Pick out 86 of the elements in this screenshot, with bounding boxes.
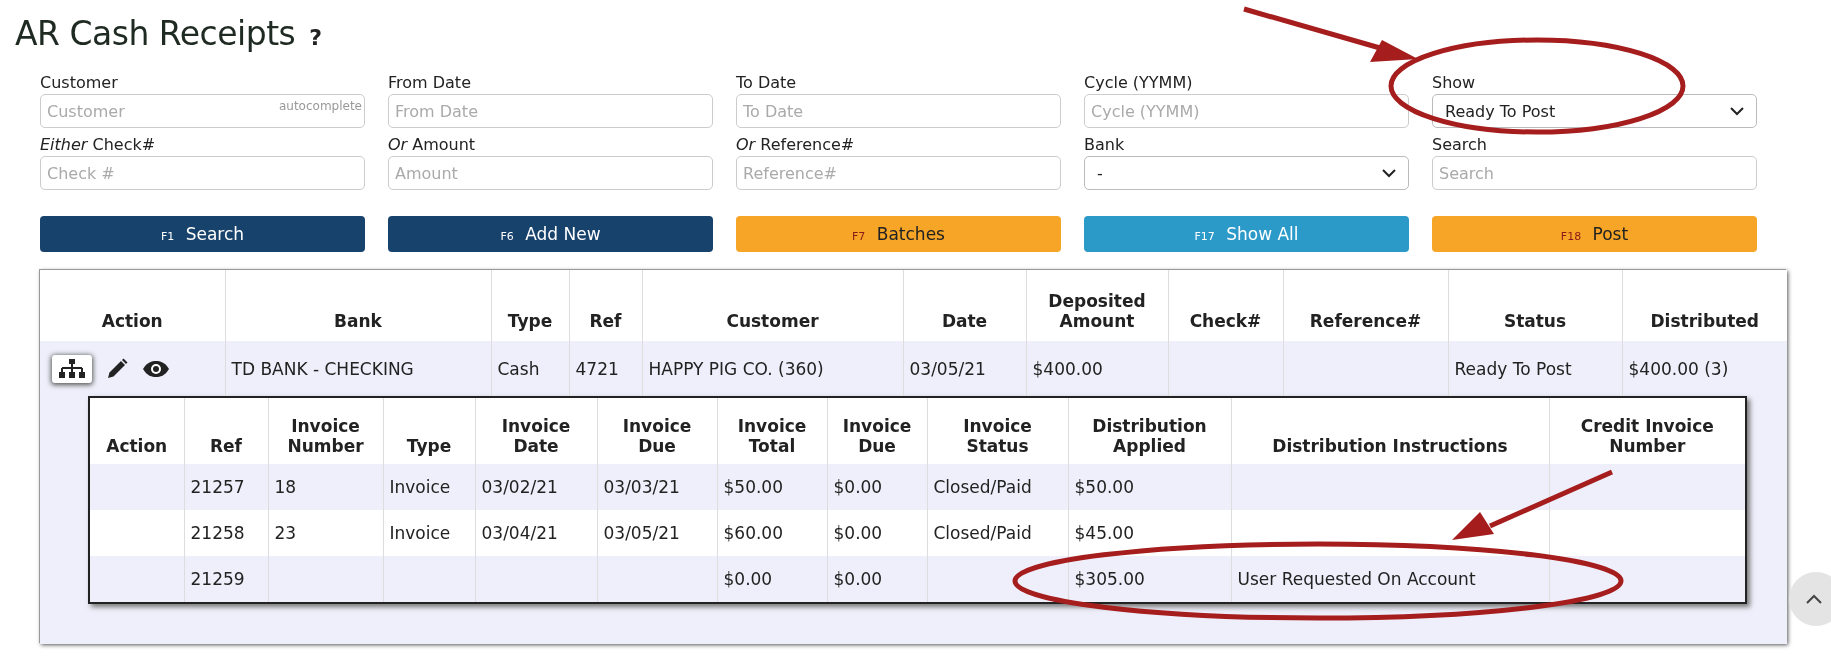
table-cell: 21258 <box>190 523 245 543</box>
field-label: Or Reference# <box>736 134 856 156</box>
action-button[interactable]: F18 Post <box>1432 216 1757 252</box>
field-label: Show <box>1432 72 1477 94</box>
table-cell: $45.00 <box>1074 523 1134 543</box>
field-label: To Date <box>736 72 798 94</box>
page-title: AR Cash Receipts <box>15 13 296 53</box>
table-cell: 03/05/21 <box>603 523 680 543</box>
action-button[interactable]: F1 Search <box>40 216 365 252</box>
column-header: Invoice Due <box>622 416 692 456</box>
table-cell: $0.00 <box>723 569 773 589</box>
column-header: Status <box>1503 311 1567 331</box>
field-label: Cycle (YYMM) <box>1084 72 1194 94</box>
table-cell: Cash <box>497 358 540 379</box>
input-field[interactable]: Cycle (YYMM) <box>1084 94 1409 128</box>
field-label: Either Check# <box>40 134 157 156</box>
table-cell: 18 <box>274 477 297 497</box>
table-cell: 03/03/21 <box>603 477 680 497</box>
action-button[interactable]: F6 Add New <box>388 216 713 252</box>
column-header: Invoice Number <box>287 416 364 456</box>
input-field[interactable]: To Date <box>736 94 1061 128</box>
column-header: Bank <box>334 311 382 331</box>
pencil-icon[interactable] <box>106 357 128 380</box>
column-header: Invoice Date <box>501 416 571 456</box>
chevron-down-icon <box>1382 168 1396 178</box>
table-cell: $0.00 <box>833 569 883 589</box>
column-header: Customer <box>726 311 819 331</box>
field-label: Bank <box>1084 134 1126 156</box>
column-header: Type <box>507 311 553 331</box>
table-cell: 23 <box>274 523 297 543</box>
table-cell: Closed/Paid <box>933 523 1032 543</box>
table-cell: Invoice <box>389 477 451 497</box>
table-cell: $400.00 (3) <box>1628 358 1729 379</box>
column-header: Type <box>406 436 452 456</box>
table-cell: $0.00 <box>833 523 883 543</box>
column-header: Check# <box>1189 311 1262 331</box>
column-header: Action <box>106 436 168 456</box>
table-cell: Ready To Post <box>1454 358 1572 379</box>
dropdown[interactable]: - <box>1084 156 1409 190</box>
table-cell: 21259 <box>190 569 245 589</box>
column-header: Ref <box>589 311 622 331</box>
table-cell: 03/04/21 <box>481 523 558 543</box>
table-cell: $400.00 <box>1032 358 1103 379</box>
table-cell: $50.00 <box>1074 477 1134 497</box>
field-label: From Date <box>388 72 472 94</box>
input-field[interactable]: Check # <box>40 156 365 190</box>
eye-icon[interactable] <box>142 359 170 378</box>
column-header: Action <box>101 311 163 331</box>
table-cell: 03/05/21 <box>909 358 986 379</box>
column-header: Deposited Amount <box>1048 291 1146 331</box>
table-cell: 21257 <box>190 477 245 497</box>
table-cell: 4721 <box>575 358 619 379</box>
chevron-down-icon <box>1730 106 1744 116</box>
field-label: Customer <box>40 72 119 94</box>
chevron-up-icon <box>1806 594 1822 604</box>
table-cell: $305.00 <box>1074 569 1145 589</box>
column-header: Invoice Status <box>963 416 1032 456</box>
column-header: Distribution Instructions <box>1272 436 1508 456</box>
field-label: Or Amount <box>388 134 477 156</box>
column-header: Invoice Due <box>842 416 912 456</box>
field-hint: autocomplete <box>278 99 362 113</box>
column-header: Date <box>941 311 988 331</box>
column-header: Invoice Total <box>737 416 807 456</box>
input-field[interactable]: Amount <box>388 156 713 190</box>
table-cell: $60.00 <box>723 523 783 543</box>
table-cell: Closed/Paid <box>933 477 1032 497</box>
table-cell: $0.00 <box>833 477 883 497</box>
column-header: Distribution Applied <box>1092 416 1207 456</box>
input-field[interactable]: From Date <box>388 94 713 128</box>
column-header: Reference# <box>1309 311 1422 331</box>
table-cell: User Requested On Account <box>1237 569 1476 589</box>
column-header: Distributed <box>1650 311 1759 331</box>
column-header: Ref <box>210 436 242 456</box>
action-button[interactable]: F7 Batches <box>736 216 1061 252</box>
table-cell: HAPPY PIG CO. (360) <box>648 358 824 379</box>
table-cell: 03/02/21 <box>481 477 558 497</box>
column-header: Credit Invoice Number <box>1580 416 1714 456</box>
table-cell: Invoice <box>389 523 451 543</box>
help-icon[interactable]: ? <box>309 24 323 50</box>
table-cell: TD BANK - CHECKING <box>231 358 414 379</box>
input-field[interactable]: Reference# <box>736 156 1061 190</box>
table-cell: $50.00 <box>723 477 783 497</box>
hierarchy-icon[interactable] <box>52 354 92 383</box>
field-label: Search <box>1432 134 1488 156</box>
dropdown[interactable]: Ready To Post <box>1432 94 1757 128</box>
input-field[interactable]: Search <box>1432 156 1757 190</box>
